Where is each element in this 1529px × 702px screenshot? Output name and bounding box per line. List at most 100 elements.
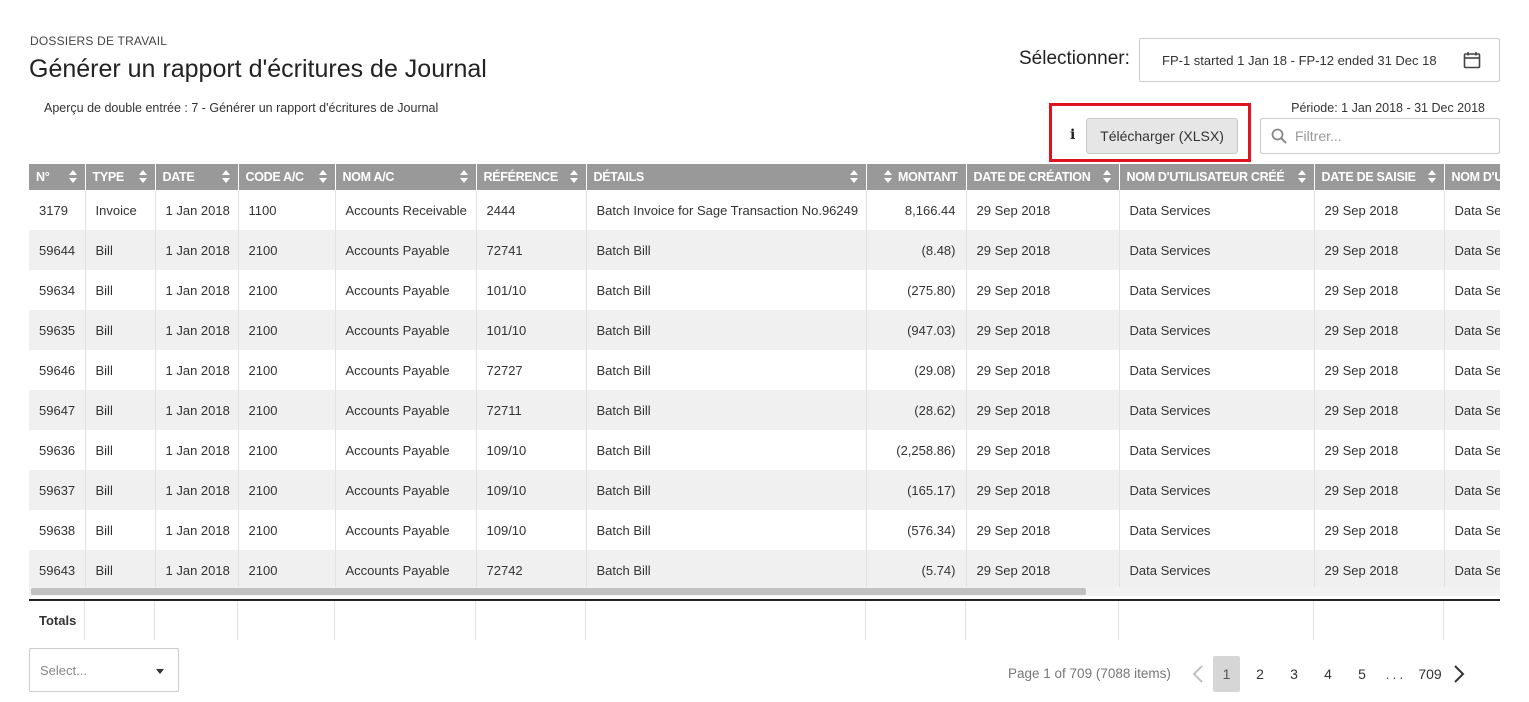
column-header[interactable]: DÉTAILS — [586, 164, 867, 190]
column-header[interactable]: CODE A/C — [238, 164, 336, 190]
table-cell: Data Services — [1119, 430, 1315, 470]
table-cell: Data Se — [1444, 350, 1500, 390]
page-ellipsis: ... — [1385, 666, 1407, 682]
table-cell: 1 Jan 2018 — [155, 390, 239, 430]
sort-icon[interactable] — [318, 170, 327, 183]
table-cell: Accounts Payable — [335, 470, 477, 510]
sort-icon[interactable] — [138, 170, 147, 183]
totals-label: Totals — [39, 613, 77, 628]
download-xlsx-button[interactable]: Télécharger (XLSX) — [1086, 118, 1238, 154]
column-header[interactable]: MONTANT — [866, 164, 967, 190]
table-cell: Batch Bill — [586, 550, 867, 590]
sort-icon[interactable] — [221, 170, 230, 183]
table-cell: 29 Sep 2018 — [966, 550, 1120, 590]
table-cell: Accounts Payable — [335, 390, 477, 430]
table-cell: Data Se — [1444, 510, 1500, 550]
table-row[interactable]: 59634 Bill 1 Jan 2018 2100 Accounts Payable 1… — [29, 270, 1500, 310]
page-button[interactable]: 3 — [1277, 656, 1311, 692]
previous-page-button[interactable] — [1186, 656, 1210, 692]
table-cell: 59644 — [29, 230, 86, 270]
column-header-label: RÉFÉRENCE — [483, 170, 559, 184]
table-cell: 2100 — [238, 270, 336, 310]
table-cell: Batch Bill — [586, 470, 867, 510]
table-row[interactable]: 59636 Bill 1 Jan 2018 2100 Accounts Payable 1… — [29, 430, 1500, 470]
table-row[interactable]: 59644 Bill 1 Jan 2018 2100 Accounts Payable 7… — [29, 230, 1500, 270]
horizontal-scrollbar[interactable] — [29, 587, 1500, 596]
table-cell: (8.48) — [866, 230, 967, 270]
sort-icon[interactable] — [569, 170, 578, 183]
sort-icon[interactable] — [68, 170, 77, 183]
sort-icon[interactable] — [1427, 170, 1436, 183]
table-row[interactable]: 3179 Invoice 1 Jan 2018 1100 Accounts Receiv… — [29, 190, 1500, 230]
table-cell: 29 Sep 2018 — [1314, 190, 1445, 230]
column-header[interactable]: DATE DE CRÉATION — [966, 164, 1120, 190]
table-cell: Accounts Receivable — [335, 190, 477, 230]
page-button[interactable]: 4 — [1311, 656, 1345, 692]
column-header-label: MONTANT — [898, 170, 958, 184]
calendar-icon[interactable] — [1463, 51, 1481, 69]
sort-icon[interactable] — [849, 170, 858, 183]
next-page-button[interactable] — [1447, 656, 1471, 692]
table-row[interactable]: 59647 Bill 1 Jan 2018 2100 Accounts Payable 7… — [29, 390, 1500, 430]
page-button[interactable]: 5 — [1345, 656, 1379, 692]
table-cell: Bill — [85, 390, 156, 430]
info-icon[interactable]: i — [1070, 127, 1075, 143]
table-cell: (165.17) — [866, 470, 967, 510]
table-row[interactable]: 59635 Bill 1 Jan 2018 2100 Accounts Payable 1… — [29, 310, 1500, 350]
column-header[interactable]: NOM D'U — [1444, 164, 1500, 190]
table-cell: 29 Sep 2018 — [966, 510, 1120, 550]
table-cell: (5.74) — [866, 550, 967, 590]
chevron-down-icon — [156, 669, 164, 674]
totals-separator — [1118, 601, 1119, 640]
column-header[interactable]: NOM A/C — [335, 164, 477, 190]
period-selector[interactable]: FP-1 started 1 Jan 18 - FP-12 ended 31 D… — [1139, 38, 1500, 82]
table-cell: 59647 — [29, 390, 86, 430]
table-cell: 29 Sep 2018 — [1314, 470, 1445, 510]
table-cell: 2100 — [238, 470, 336, 510]
totals-separator — [84, 601, 85, 640]
table-row[interactable]: 59638 Bill 1 Jan 2018 2100 Accounts Payable 1… — [29, 510, 1500, 550]
table-cell: 59636 — [29, 430, 86, 470]
table-row[interactable]: 59646 Bill 1 Jan 2018 2100 Accounts Payable 7… — [29, 350, 1500, 390]
scrollbar-thumb[interactable] — [31, 588, 1086, 595]
sort-icon[interactable] — [1102, 170, 1111, 183]
table-cell: 29 Sep 2018 — [1314, 230, 1445, 270]
table-cell: 2100 — [238, 510, 336, 550]
page-size-placeholder: Select... — [40, 662, 87, 678]
table-cell: Invoice — [85, 190, 156, 230]
table-cell: 29 Sep 2018 — [1314, 510, 1445, 550]
table-cell: (2,258.86) — [866, 430, 967, 470]
sort-icon[interactable] — [1297, 170, 1306, 183]
column-header-label: DÉTAILS — [593, 170, 645, 184]
column-header[interactable]: N° — [29, 164, 86, 190]
column-header[interactable]: DATE — [155, 164, 239, 190]
table-cell: 59646 — [29, 350, 86, 390]
table-cell: 29 Sep 2018 — [966, 390, 1120, 430]
sort-icon[interactable] — [459, 170, 468, 183]
totals-separator — [1313, 601, 1314, 640]
table-cell: 2100 — [238, 390, 336, 430]
totals-separator — [965, 601, 966, 640]
column-header-label: DATE DE SAISIE — [1321, 170, 1417, 184]
page-button[interactable]: 2 — [1243, 656, 1277, 692]
page-button[interactable]: 709 — [1413, 656, 1447, 692]
sort-icon[interactable] — [883, 170, 892, 183]
chevron-left-icon — [1192, 665, 1203, 683]
column-header[interactable]: DATE DE SAISIE — [1314, 164, 1445, 190]
column-header[interactable]: RÉFÉRENCE — [476, 164, 587, 190]
table-cell: Bill — [85, 230, 156, 270]
table-cell: Bill — [85, 310, 156, 350]
table-cell: 1100 — [238, 190, 336, 230]
table-cell: Data Services — [1119, 310, 1315, 350]
page-button[interactable]: 1 — [1213, 656, 1240, 692]
table-row[interactable]: 59643 Bill 1 Jan 2018 2100 Accounts Payable 7… — [29, 550, 1500, 590]
table-cell: 59643 — [29, 550, 86, 590]
table-row[interactable]: 59637 Bill 1 Jan 2018 2100 Accounts Payable 1… — [29, 470, 1500, 510]
table-cell: 29 Sep 2018 — [1314, 270, 1445, 310]
page-size-select[interactable]: Select... — [29, 648, 179, 692]
column-header[interactable]: NOM D'UTILISATEUR CRÉÉ — [1119, 164, 1315, 190]
table-cell: Data Services — [1119, 270, 1315, 310]
table-header-row: N° TYPE DATE CODE A/C NOM A/C RÉFÉRENCE DÉTAIL… — [29, 164, 1500, 190]
column-header[interactable]: TYPE — [85, 164, 156, 190]
filter-input[interactable] — [1295, 128, 1485, 144]
